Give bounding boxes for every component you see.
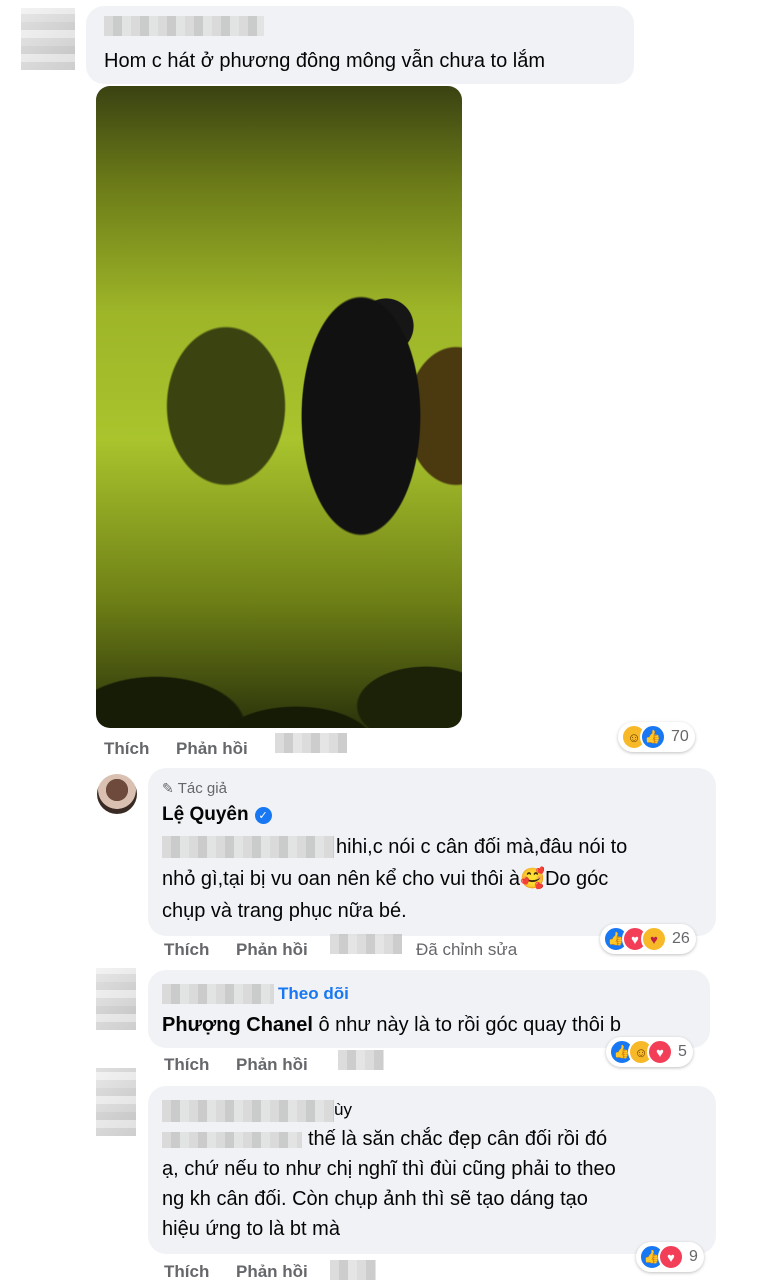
edited-label: Đã chỉnh sửa [416, 940, 518, 959]
reaction-summary[interactable]: 👍 ♥ ♥ 26 [600, 924, 696, 954]
reaction-count: 5 [678, 1043, 687, 1060]
mention-redacted [162, 1132, 302, 1148]
care-icon: ♥ [641, 926, 667, 952]
like-link[interactable]: Thích [164, 940, 209, 960]
mention-link[interactable]: Phượng Chanel [162, 1014, 313, 1036]
love-icon: ♥ [658, 1244, 684, 1270]
commenter-name-redacted [162, 1100, 334, 1122]
like-link[interactable]: Thích [164, 1262, 209, 1282]
comment-bubble: ùy thế là săn chắc đẹp cân đối rồi đó ạ,… [148, 1086, 716, 1254]
comment-bubble: Hom c hát ở phương đông mông vẫn chưa to… [86, 6, 634, 84]
comment-line: ng kh cân đối. Còn chụp ảnh thì sẽ tạo d… [162, 1188, 588, 1210]
reply-link[interactable]: Phản hồi [236, 940, 308, 960]
comment-text-body: ô như này là to rồi góc quay thôi b [318, 1014, 621, 1036]
author-name[interactable]: Lệ Quyên [162, 804, 249, 826]
comment-line: hiệu ứng to là bt mà [162, 1218, 340, 1240]
comment-line: nhỏ gì,tại bị vu oan nên kể cho vui thôi… [162, 864, 608, 895]
comment-text: Phượng Chanel ô như này là to rồi góc qu… [162, 1010, 621, 1041]
timestamp-redacted [330, 1260, 376, 1280]
author-badge-label: Tác giả [177, 780, 227, 797]
reply-link[interactable]: Phản hồi [176, 739, 248, 759]
reaction-count: 26 [672, 930, 690, 947]
comment-bubble: ✎ Tác giả Lệ Quyên ✓ hihi,c nói c cân đố… [148, 768, 716, 936]
verified-icon: ✓ [254, 806, 272, 824]
emoji: 🥰 [520, 868, 545, 890]
pen-icon: ✎ [162, 780, 174, 796]
commenter-name-redacted [104, 16, 264, 36]
reaction-count: 70 [671, 728, 689, 745]
timestamp-redacted [338, 1050, 384, 1070]
author-avatar[interactable] [97, 774, 137, 814]
commenter-name-redacted [162, 984, 274, 1004]
comment-line: ạ, chứ nếu to như chị nghĩ thì đùi cũng … [162, 1158, 616, 1180]
comment-line: thế là săn chắc đẹp cân đối rồi đó [308, 1128, 608, 1150]
avatar[interactable] [96, 968, 136, 1030]
comment-text: Hom c hát ở phương đông mông vẫn chưa to… [104, 50, 546, 72]
mention-redacted [162, 836, 334, 858]
comment-line-suffix: Do góc [544, 868, 609, 890]
reaction-count: 9 [689, 1248, 698, 1265]
avatar[interactable] [21, 8, 75, 70]
timestamp-redacted [330, 934, 402, 954]
reply-link[interactable]: Phản hồi [236, 1262, 308, 1282]
timestamp-redacted [275, 733, 347, 753]
author-badge: ✎ Tác giả [162, 780, 227, 797]
reply-link[interactable]: Phản hồi [236, 1055, 308, 1075]
like-icon: 👍 [640, 724, 666, 750]
comment-photo[interactable] [96, 86, 462, 728]
like-link[interactable]: Thích [164, 1055, 209, 1075]
reaction-summary[interactable]: ☺ 👍 70 [618, 722, 695, 752]
avatar[interactable] [96, 1068, 136, 1136]
comment-line-text: nhỏ gì,tại bị vu oan nên kể cho vui thôi… [162, 868, 521, 890]
like-link[interactable]: Thích [104, 739, 149, 759]
follow-link[interactable]: Theo dõi [278, 984, 349, 1004]
commenter-name-tail: ùy [334, 1100, 352, 1119]
reaction-summary[interactable]: 👍 ☺ ♥ 5 [606, 1037, 693, 1067]
reaction-summary[interactable]: 👍 ♥ 9 [636, 1242, 704, 1272]
comment-line: hihi,c nói c cân đối mà,đâu nói to [336, 836, 628, 858]
comment-line: chụp và trang phục nữa bé. [162, 900, 407, 922]
love-icon: ♥ [647, 1039, 673, 1065]
